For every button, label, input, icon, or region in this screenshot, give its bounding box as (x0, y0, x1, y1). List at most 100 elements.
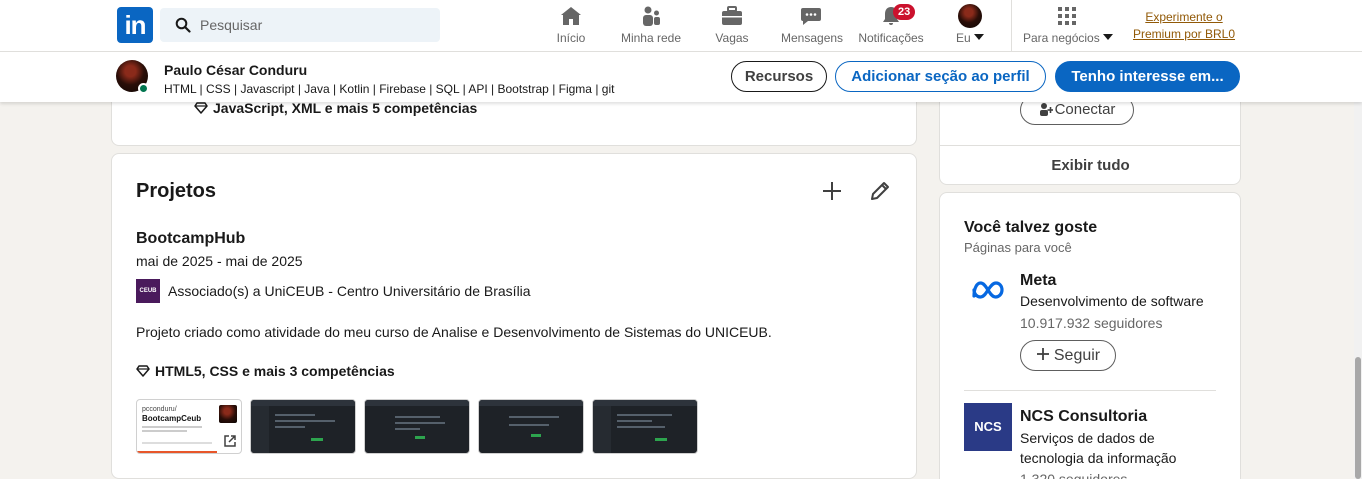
project-dates: mai de 2025 - mai de 2025 (136, 253, 303, 269)
project-media-thumbnail[interactable] (478, 399, 584, 454)
thumb-code-line (509, 424, 549, 426)
uniceub-logo: CEUB (136, 279, 160, 303)
search-icon (175, 17, 191, 33)
caret-down-icon (974, 34, 985, 40)
briefcase-icon (722, 6, 742, 25)
nav-messaging-label: Mensagens (781, 31, 844, 45)
premium-line1: Experimente o (1145, 10, 1223, 24)
premium-line2: Premium por BRL0 (1132, 27, 1236, 41)
thumb-accent-bar (137, 451, 217, 453)
project-media-thumbnail[interactable]: pcconduru/ BootcampCeub (136, 399, 242, 454)
nav-business[interactable]: Para negócios (1023, 4, 1114, 48)
profile-headline: HTML | CSS | Javascript | Java | Kotlin … (164, 82, 615, 96)
thumb-green-mark (415, 436, 425, 439)
edit-pencil-icon[interactable] (867, 178, 893, 204)
project-media-thumbnail[interactable] (592, 399, 698, 454)
thumb-repo-name: BootcampCeub (142, 414, 202, 423)
scrollbar-thumb[interactable] (1355, 357, 1361, 479)
skills-diamond-icon (194, 102, 208, 114)
thumb-green-mark (531, 434, 541, 437)
home-icon (561, 7, 581, 25)
thumb-code-line (617, 426, 665, 428)
nav-notifications-label: Notificações (858, 31, 924, 45)
search-input[interactable]: Pesquisar (160, 8, 440, 42)
suggest-subtitle: Páginas para você (964, 240, 1072, 255)
thumb-toolbar (479, 400, 583, 406)
thumb-text-line (142, 442, 212, 444)
thumb-sidebar (593, 406, 611, 453)
ncs-logo: NCS (964, 403, 1012, 451)
company-name-ncs[interactable]: NCS Consultoria (1020, 408, 1147, 426)
project-media-thumbnail[interactable] (250, 399, 356, 454)
suggest-title: Você talvez goste (964, 219, 1098, 236)
nav-me[interactable]: Eu (955, 4, 985, 48)
thumb-code-line (395, 422, 445, 424)
thumb-code-line (275, 420, 335, 422)
company-desc-meta: Desenvolvimento de software (1020, 293, 1204, 309)
previous-skills-line: JavaScript, XML e mais 5 competências (194, 100, 477, 116)
nav-messaging[interactable]: Mensagens (781, 4, 844, 48)
thumb-green-mark (311, 438, 323, 441)
thumb-toolbar (365, 400, 469, 406)
company-followers-ncs: 1.320 seguidores (1020, 471, 1128, 479)
project-name: BootcampHub (136, 230, 246, 247)
nav-divider (1011, 0, 1012, 52)
network-icon (643, 6, 660, 26)
project-media-thumbnail[interactable] (364, 399, 470, 454)
notification-count-badge: 23 (893, 4, 916, 20)
open-to-button[interactable]: Tenho interesse em... (1055, 61, 1240, 92)
thumb-code-line (395, 428, 420, 430)
nav-business-label: Para negócios (1023, 31, 1114, 45)
nav-home-label: Início (556, 31, 586, 45)
thumb-code-line (617, 420, 652, 422)
show-all-button[interactable]: Exibir tudo (940, 145, 1241, 185)
thumb-text-line (142, 430, 187, 432)
add-person-icon (1039, 103, 1053, 116)
company-desc-ncs-1: Serviços de dados de (1020, 430, 1155, 446)
nav-jobs[interactable]: Vagas (715, 4, 749, 48)
connect-label: Conectar (1054, 101, 1116, 118)
meta-logo-icon (972, 281, 1004, 299)
grid-icon (1058, 7, 1076, 25)
caret-down-icon (1103, 34, 1114, 40)
follow-meta-button[interactable]: Seguir (1020, 340, 1116, 371)
online-status-dot (138, 83, 149, 94)
company-name-meta[interactable]: Meta (1020, 272, 1056, 290)
thumb-avatar (219, 405, 237, 423)
search-placeholder: Pesquisar (200, 17, 263, 33)
follow-label: Seguir (1053, 347, 1101, 364)
thumb-code-line (395, 416, 440, 418)
add-profile-section-button[interactable]: Adicionar seção ao perfil (835, 61, 1046, 92)
messaging-icon (801, 8, 821, 25)
thumb-code-line (275, 414, 315, 416)
thumb-sidebar (251, 406, 269, 453)
linkedin-logo[interactable]: in (117, 7, 153, 43)
nav-home[interactable]: Início (553, 4, 589, 48)
nav-me-label: Eu (955, 31, 985, 45)
skills-diamond-icon (136, 365, 150, 377)
top-nav: in Pesquisar Início Minha rede Vagas Men… (0, 0, 1362, 52)
nav-network[interactable]: Minha rede (620, 4, 682, 48)
premium-link[interactable]: Experimente o Premium por BRL0 (1128, 9, 1240, 43)
company-followers-meta: 10.917.932 seguidores (1020, 315, 1163, 331)
thumb-green-mark (655, 438, 667, 441)
project-association: Associado(s) a UniCEUB - Centro Universi… (168, 283, 531, 299)
suggest-divider (964, 390, 1216, 391)
company-desc-ncs-2: tecnologia da informação (1020, 450, 1177, 466)
projects-heading: Projetos (136, 180, 217, 202)
external-link-icon (224, 435, 236, 447)
sticky-profile-bar: Paulo César Conduru HTML | CSS | Javascr… (0, 52, 1362, 102)
thumb-code-line (275, 426, 305, 428)
nav-notifications[interactable]: 23 Notificações (858, 4, 924, 48)
project-skills-line[interactable]: HTML5, CSS e mais 3 competências (136, 363, 395, 379)
nav-network-label: Minha rede (620, 31, 682, 45)
thumb-repo-user: pcconduru/ (142, 406, 177, 413)
add-icon[interactable] (819, 178, 845, 204)
thumb-code-line (509, 416, 559, 418)
resources-button[interactable]: Recursos (731, 61, 827, 92)
project-description: Projeto criado como atividade do meu cur… (136, 324, 772, 340)
plus-icon (1036, 348, 1049, 360)
thumb-text-line (142, 426, 202, 428)
previous-skills-text[interactable]: JavaScript, XML e mais 5 competências (213, 100, 477, 116)
avatar (958, 4, 982, 28)
